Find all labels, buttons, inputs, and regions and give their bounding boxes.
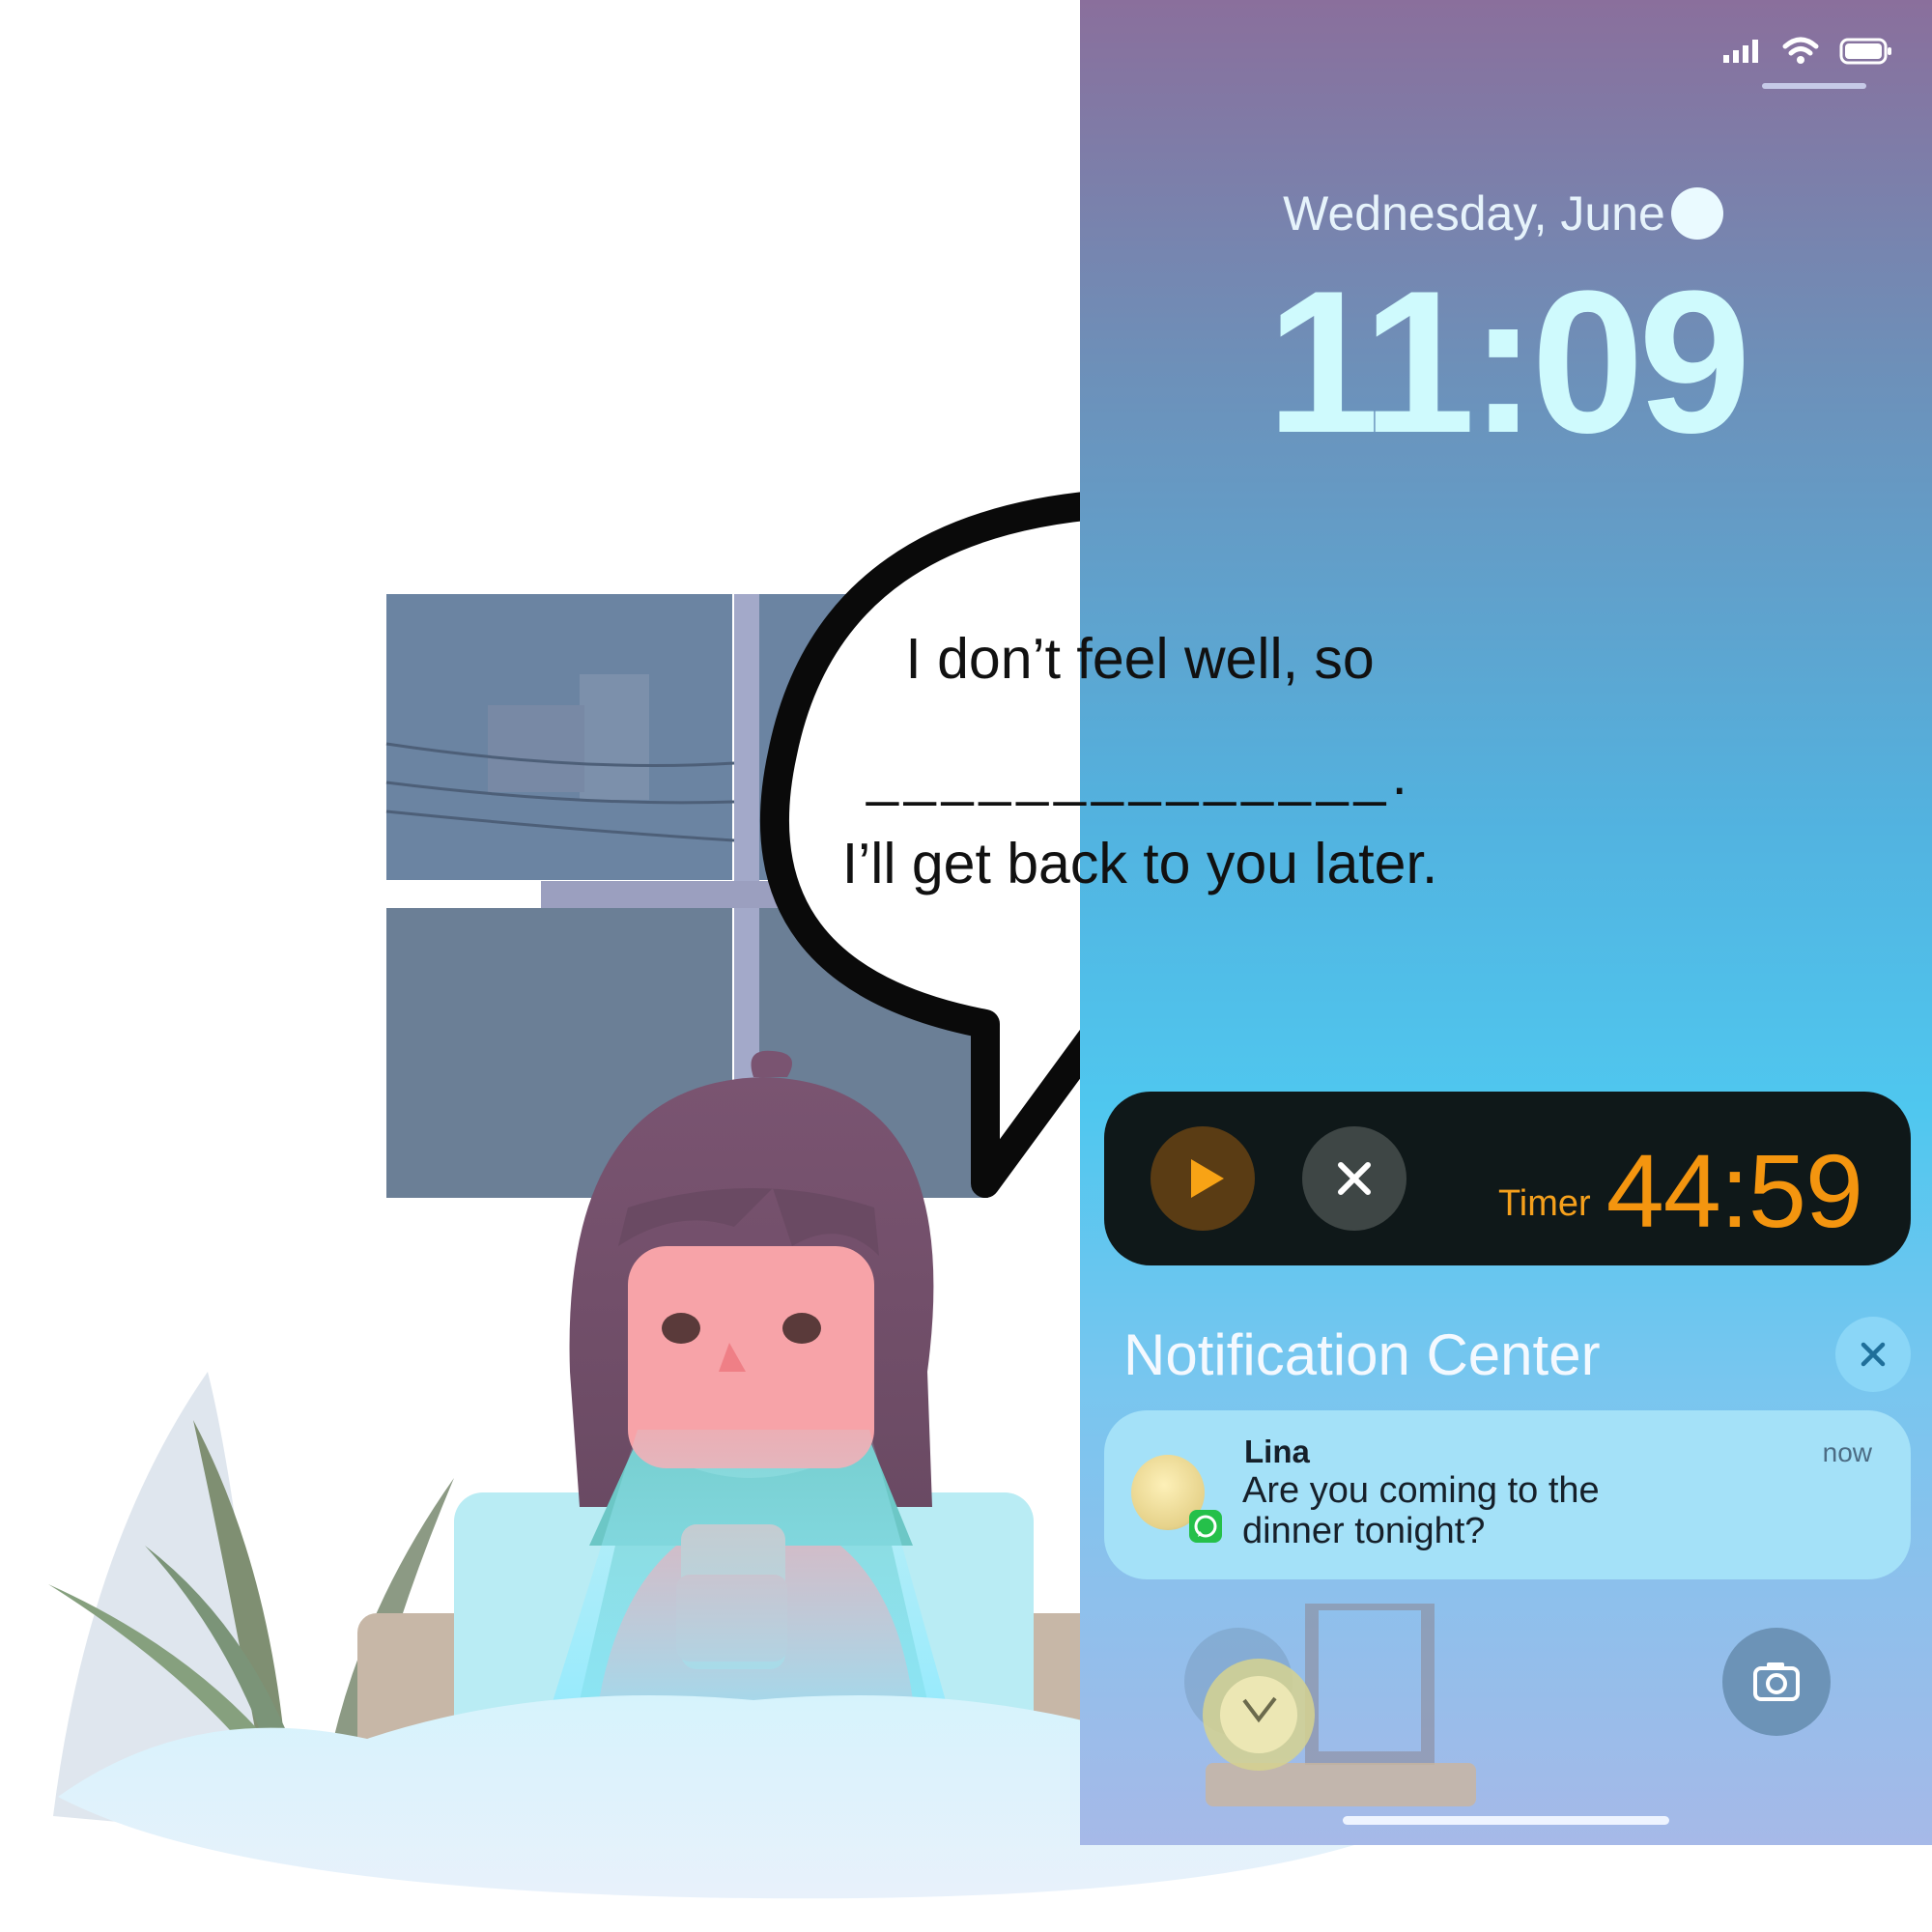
- close-icon: [1861, 1342, 1886, 1367]
- camera-button[interactable]: [1722, 1628, 1831, 1736]
- redacted-date-mark: [1670, 187, 1723, 240]
- bubble-line-1: I don’t feel well, so: [905, 627, 1375, 691]
- alarm-clock-illustration: [1203, 1604, 1476, 1806]
- notification-time: now: [1822, 1437, 1872, 1467]
- lockscreen-date: Wednesday, June: [1080, 185, 1932, 242]
- timer-play-button[interactable]: [1151, 1126, 1255, 1231]
- bubble-line-3: I’ll get back to you later.: [841, 832, 1438, 895]
- notification-message-line-1: Are you coming to the: [1242, 1470, 1600, 1511]
- lockscreen-time: 11:09: [1266, 248, 1751, 475]
- cellular-signal-icon: [1723, 40, 1758, 63]
- home-indicator[interactable]: [1343, 1816, 1669, 1825]
- play-icon: [1191, 1159, 1224, 1198]
- battery-icon: [1839, 38, 1891, 65]
- status-bar: [1723, 37, 1893, 66]
- notification-card[interactable]: Lina now Are you coming to the dinner to…: [1104, 1410, 1911, 1579]
- close-icon: [1338, 1162, 1371, 1195]
- wifi-icon: [1782, 37, 1819, 64]
- timer-value: 44:59: [1605, 1132, 1863, 1249]
- notification-sender: Lina: [1244, 1434, 1310, 1469]
- whatsapp-icon: [1189, 1510, 1222, 1543]
- lockscreen: Wednesday, June 11:09 Timer 44:59 Notifi…: [1080, 0, 1932, 1845]
- timer-cancel-button[interactable]: [1302, 1126, 1406, 1231]
- bubble-blank: ______________.: [867, 743, 1413, 807]
- notification-message-line-2: dinner tonight?: [1242, 1511, 1486, 1551]
- timer-live-activity[interactable]: Timer 44:59: [1104, 1092, 1911, 1265]
- camera-icon: [1753, 1662, 1800, 1701]
- notification-message: Are you coming to the dinner tonight?: [1242, 1470, 1783, 1551]
- timer-label: Timer: [1498, 1183, 1591, 1224]
- notification-center-clear-button[interactable]: [1835, 1317, 1911, 1392]
- top-indicator: [1762, 83, 1866, 89]
- date-text: Wednesday, June: [1283, 186, 1665, 241]
- notification-center-title: Notification Center: [1123, 1322, 1601, 1387]
